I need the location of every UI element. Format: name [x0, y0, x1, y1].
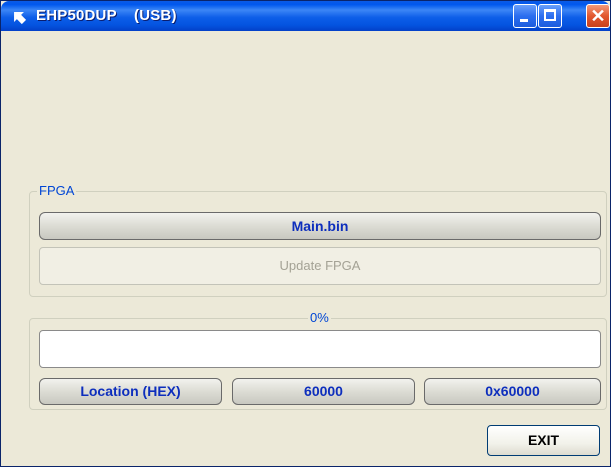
progress-percent-label: 0% [308, 310, 331, 325]
minimize-icon [520, 19, 528, 22]
update-fpga-button[interactable]: Update FPGA [39, 247, 601, 285]
fpga-group-label: FPGA [37, 183, 77, 198]
location-value-button[interactable]: 60000 [232, 378, 415, 405]
app-window: EHP50DUP (USB) ✕ FPGA Main.bin Update FP… [0, 0, 611, 467]
close-icon: ✕ [590, 6, 606, 26]
maximize-button[interactable] [538, 4, 562, 28]
window-title: EHP50DUP (USB) [36, 7, 177, 24]
close-button[interactable]: ✕ [586, 4, 610, 28]
title-bar[interactable]: EHP50DUP (USB) ✕ [1, 1, 610, 31]
progress-bar [39, 330, 601, 368]
maximize-icon [544, 9, 556, 21]
window-arrow-icon [14, 12, 27, 25]
exit-button[interactable]: EXIT [487, 425, 600, 456]
minimize-button[interactable] [513, 4, 537, 28]
location-hex-button[interactable]: Location (HEX) [39, 378, 222, 405]
fpga-file-button[interactable]: Main.bin [39, 212, 601, 240]
location-hex-value-button[interactable]: 0x60000 [424, 378, 601, 405]
